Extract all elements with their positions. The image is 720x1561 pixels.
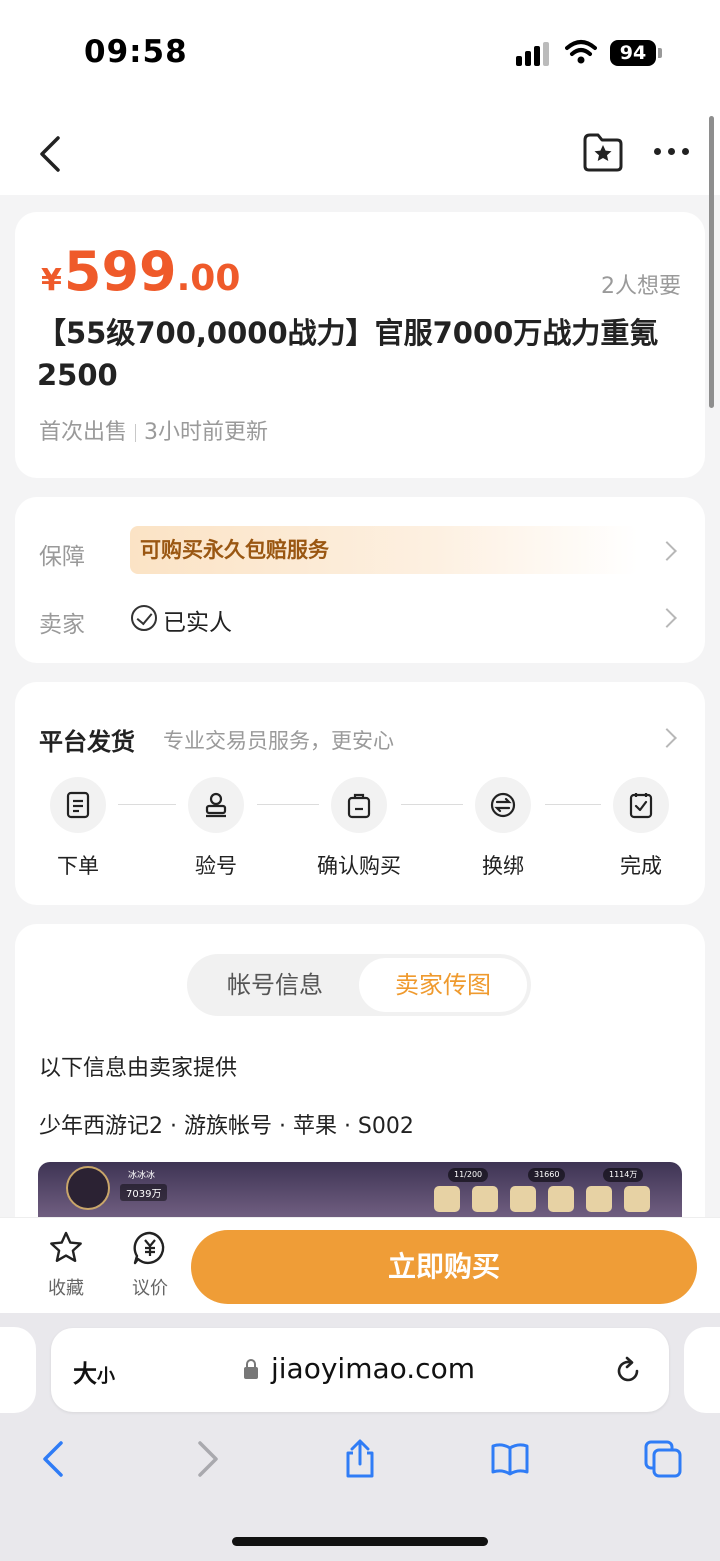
browser-back-icon[interactable] (33, 1439, 73, 1479)
next-tab-preview[interactable] (684, 1327, 720, 1413)
tabs-icon[interactable] (643, 1439, 683, 1479)
game-player-name: 冰冰冰 (128, 1171, 156, 1181)
game-stat: 31660 (528, 1168, 566, 1182)
game-power: 7039万 (120, 1184, 168, 1201)
product-summary-card: ¥599.00 2人想要 【55级700,0000战力】官服7000万战力重氪2… (15, 212, 705, 478)
sale-type: 首次出售 (39, 420, 128, 445)
tab-seller-images[interactable]: 卖家传图 (359, 958, 527, 1012)
seller-label: 卖家 (39, 612, 85, 638)
swap-icon (475, 777, 531, 833)
home-indicator[interactable] (232, 1537, 488, 1546)
step-label-rebind: 换绑 (482, 854, 524, 878)
product-title: 【55级700,0000战力】官服7000万战力重氪2500 (37, 316, 659, 392)
text-size-button[interactable]: 大小 (73, 1354, 115, 1389)
battery-cap (658, 48, 662, 58)
price-decimal: .00 (176, 258, 241, 299)
step-label-confirm: 确认购买 (317, 854, 401, 878)
price-currency: ¥ (41, 263, 62, 298)
text-size-large: 大 (73, 1360, 97, 1388)
seller-verified-status[interactable]: 已实人 (163, 603, 232, 637)
guarantee-card: 保障 可购买永久包赔服务 卖家 已实人 (15, 497, 705, 663)
text-size-small: 小 (97, 1366, 115, 1387)
delivery-process-card: 平台发货 专业交易员服务，更安心 下单 验号 确认购买 换绑 完成 (15, 682, 705, 905)
game-stat: 11/200 (448, 1168, 489, 1182)
url-text[interactable]: jiaoyimao.com (271, 1352, 475, 1385)
bag-icon (331, 777, 387, 833)
address-bar[interactable]: 大小 jiaoyimao.com (51, 1328, 669, 1412)
info-source-note: 以下信息由卖家提供 (39, 1056, 238, 1081)
bargain-button[interactable]: 议价 (124, 1230, 176, 1300)
game-avatar (66, 1166, 110, 1210)
tab-account-info[interactable]: 帐号信息 (191, 958, 359, 1012)
step-label-verify: 验号 (195, 854, 237, 878)
chevron-right-icon[interactable] (657, 608, 677, 628)
meta-divider (135, 424, 137, 442)
game-details-line: 少年西游记2 · 游族帐号 · 苹果 · S002 (39, 1114, 414, 1139)
page-scrollbar[interactable] (709, 116, 714, 408)
want-count: 2人想要 (601, 274, 681, 299)
chevron-right-icon[interactable] (657, 541, 677, 561)
buy-now-button[interactable]: 立即购买 (191, 1230, 697, 1304)
guarantee-badge[interactable]: 可购买永久包赔服务 (130, 526, 638, 574)
account-info-card: 帐号信息 卖家传图 以下信息由卖家提供 少年西游记2 · 游族帐号 · 苹果 ·… (15, 924, 705, 1254)
yen-chat-icon (133, 1231, 165, 1265)
game-menu-icons (434, 1186, 664, 1216)
status-bar: 09:58 94 (0, 0, 720, 100)
more-icon[interactable] (652, 146, 692, 158)
step-connector (257, 804, 319, 805)
verified-check-icon (131, 605, 157, 631)
star-icon (50, 1231, 82, 1262)
order-icon (50, 777, 106, 833)
battery-indicator: 94 (610, 40, 656, 66)
bargain-label: 议价 (132, 1278, 168, 1299)
updated-time: 3小时前更新 (144, 420, 269, 445)
reload-icon[interactable] (613, 1356, 643, 1386)
browser-forward-icon[interactable] (188, 1439, 228, 1479)
lock-icon (244, 1359, 258, 1379)
step-label-done: 完成 (620, 854, 662, 878)
back-icon[interactable] (34, 134, 66, 174)
step-connector (401, 804, 463, 805)
share-icon[interactable] (340, 1439, 380, 1479)
favorite-folder-icon[interactable] (581, 130, 625, 174)
done-icon (613, 777, 669, 833)
purchase-action-bar: 收藏 议价 立即购买 (0, 1217, 720, 1313)
wifi-icon (565, 40, 597, 64)
collect-button[interactable]: 收藏 (40, 1230, 92, 1300)
info-tabs: 帐号信息 卖家传图 (187, 954, 531, 1016)
step-connector (118, 804, 176, 805)
collect-label: 收藏 (48, 1278, 84, 1299)
cellular-signal-icon (516, 42, 554, 66)
game-stat: 1114万 (603, 1168, 644, 1182)
status-time: 09:58 (84, 34, 188, 70)
guarantee-label: 保障 (39, 544, 85, 570)
verify-icon (188, 777, 244, 833)
chevron-right-icon[interactable] (657, 728, 677, 748)
price-integer: 599 (63, 240, 177, 303)
browser-toolbar: 大小 jiaoyimao.com (0, 1313, 720, 1561)
step-connector (545, 804, 601, 805)
delivery-title: 平台发货 (39, 728, 135, 756)
previous-tab-preview[interactable] (0, 1327, 36, 1413)
delivery-subtitle: 专业交易员服务，更安心 (163, 729, 394, 753)
bookmarks-icon[interactable] (490, 1439, 530, 1479)
nav-bar (0, 100, 720, 195)
product-price: ¥599.00 (41, 240, 240, 303)
product-meta: 首次出售 3小时前更新 (39, 414, 268, 446)
step-label-order: 下单 (57, 854, 99, 878)
